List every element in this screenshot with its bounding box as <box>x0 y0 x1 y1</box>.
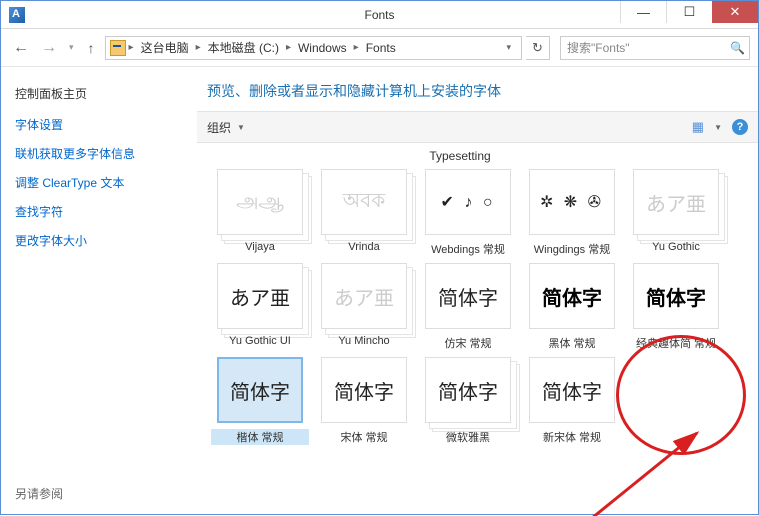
font-label: Yu Gothic UI <box>211 335 309 347</box>
chevron-right-icon[interactable]: ▸ <box>353 42 360 53</box>
font-item[interactable]: ✲ ❋ ✇ Wingdings 常规 <box>523 169 621 257</box>
font-item[interactable]: 简体字楷体 常规 <box>211 357 309 445</box>
font-preview-tile[interactable]: 简体字 <box>529 263 615 329</box>
font-item[interactable]: 简体字微软雅黑 <box>419 357 517 445</box>
font-item[interactable]: ✔ ♪ ○ Webdings 常规 <box>419 169 517 257</box>
font-preview-tile[interactable]: あア亜 <box>217 263 303 329</box>
view-dropdown-icon[interactable]: ▼ <box>714 123 722 132</box>
font-item[interactable]: 简体字新宋体 常规 <box>523 357 621 445</box>
search-placeholder: 搜索"Fonts" <box>567 39 630 56</box>
font-preview-tile[interactable]: あア亜 <box>633 169 719 235</box>
search-icon: 🔍 <box>730 41 745 55</box>
font-item[interactable]: あア亜 Yu Gothic <box>627 169 725 257</box>
font-preview-tile[interactable]: 简体字 <box>217 357 303 423</box>
maximize-button[interactable]: ☐ <box>666 1 712 23</box>
sidebar-title[interactable]: 控制面板主页 <box>15 85 183 102</box>
organize-dropdown-icon[interactable]: ▼ <box>237 123 245 132</box>
sidebar-link-cleartype[interactable]: 调整 ClearType 文本 <box>15 174 183 191</box>
font-preview-tile[interactable]: 简体字 <box>425 263 511 329</box>
sidebar-link-online-fonts[interactable]: 联机获取更多字体信息 <box>15 145 183 162</box>
font-label: 新宋体 常规 <box>523 429 621 445</box>
search-input[interactable]: 搜索"Fonts" 🔍 <box>560 36 750 60</box>
font-label: Yu Mincho <box>315 335 413 347</box>
minimize-button[interactable]: — <box>620 1 666 23</box>
font-label: 黑体 常规 <box>523 335 621 351</box>
font-item[interactable]: あア亜 Yu Mincho <box>315 263 413 351</box>
forward-button[interactable]: → <box>37 36 61 60</box>
chevron-right-icon[interactable]: ▸ <box>128 42 135 53</box>
breadcrumb[interactable]: Windows <box>294 39 351 57</box>
close-button[interactable]: ✕ <box>712 1 758 23</box>
chevron-right-icon[interactable]: ▸ <box>285 42 292 53</box>
up-button[interactable]: ↑ <box>82 40 101 56</box>
font-preview-tile[interactable]: 简体字 <box>633 263 719 329</box>
font-item[interactable]: அஆ Vijaya <box>211 169 309 257</box>
font-item[interactable]: あア亜 Yu Gothic UI <box>211 263 309 351</box>
font-label: Wingdings 常规 <box>523 241 621 257</box>
font-label: 仿宋 常规 <box>419 335 517 351</box>
font-grid-area: Typesetting அஆ Vijaya অবক Vrinda ✔ ♪ ○ Webdin… <box>197 143 758 516</box>
refresh-button[interactable]: ↻ <box>526 36 550 60</box>
breadcrumb[interactable]: 这台电脑 <box>137 37 193 58</box>
font-grid: அஆ Vijaya অবক Vrinda ✔ ♪ ○ Webdings 常规 ✲ ❋ ✇ Wi… <box>205 169 750 445</box>
font-item[interactable]: 简体字仿宋 常规 <box>419 263 517 351</box>
breadcrumb[interactable]: Fonts <box>362 39 400 57</box>
font-preview-tile[interactable]: ✔ ♪ ○ <box>425 169 511 235</box>
window-controls: — ☐ ✕ <box>620 1 758 23</box>
navbar: ← → ▾ ↑ ▸ 这台电脑 ▸ 本地磁盘 (C:) ▸ Windows ▸ F… <box>1 29 758 67</box>
toolbar: 组织 ▼ ▦ ▼ ? <box>197 111 758 143</box>
view-button[interactable]: ▦ <box>692 119 704 135</box>
font-label: Vijaya <box>211 241 309 253</box>
folder-icon <box>110 40 126 56</box>
sidebar-link-change-size[interactable]: 更改字体大小 <box>15 232 183 249</box>
category-label: Typesetting <box>411 149 509 163</box>
font-label: 宋体 常规 <box>315 429 413 445</box>
font-preview-tile[interactable]: ✲ ❋ ✇ <box>529 169 615 235</box>
font-item[interactable]: অবক Vrinda <box>315 169 413 257</box>
font-label: 微软雅黑 <box>419 429 517 445</box>
font-item[interactable]: 简体字宋体 常规 <box>315 357 413 445</box>
font-label: Webdings 常规 <box>419 241 517 257</box>
breadcrumb[interactable]: 本地磁盘 (C:) <box>204 37 283 58</box>
page-header: 预览、删除或者显示和隐藏计算机上安装的字体 <box>197 67 758 111</box>
main-panel: 预览、删除或者显示和隐藏计算机上安装的字体 组织 ▼ ▦ ▼ ? Typeset… <box>197 67 758 516</box>
sidebar-link-font-settings[interactable]: 字体设置 <box>15 116 183 133</box>
app-icon <box>9 7 25 23</box>
address-dropdown[interactable]: ▾ <box>500 42 517 53</box>
organize-button[interactable]: 组织 <box>207 119 231 136</box>
font-label: 楷体 常规 <box>211 429 309 445</box>
font-preview-tile[interactable]: 简体字 <box>321 357 407 423</box>
font-preview-tile[interactable]: অবক <box>321 169 407 235</box>
font-label: Yu Gothic <box>627 241 725 253</box>
sidebar: 控制面板主页 字体设置 联机获取更多字体信息 调整 ClearType 文本 查… <box>1 67 197 516</box>
help-button[interactable]: ? <box>732 119 748 135</box>
font-preview-tile[interactable]: 简体字 <box>529 357 615 423</box>
address-bar[interactable]: ▸ 这台电脑 ▸ 本地磁盘 (C:) ▸ Windows ▸ Fonts ▾ <box>105 36 522 60</box>
history-dropdown[interactable]: ▾ <box>65 42 78 53</box>
back-button[interactable]: ← <box>9 36 33 60</box>
font-preview-tile[interactable]: あア亜 <box>321 263 407 329</box>
window-title: Fonts <box>364 8 394 22</box>
chevron-right-icon[interactable]: ▸ <box>195 42 202 53</box>
font-preview-tile[interactable]: அஆ <box>217 169 303 235</box>
font-label: Vrinda <box>315 241 413 253</box>
titlebar: Fonts — ☐ ✕ <box>1 1 758 29</box>
sidebar-footer: 另请参阅 <box>15 485 63 502</box>
font-preview-tile[interactable]: 简体字 <box>425 357 511 423</box>
sidebar-link-find-char[interactable]: 查找字符 <box>15 203 183 220</box>
font-label: 经典趣体简 常规 <box>627 335 725 351</box>
font-item[interactable]: 简体字经典趣体简 常规 <box>627 263 725 351</box>
font-item[interactable]: 简体字黑体 常规 <box>523 263 621 351</box>
